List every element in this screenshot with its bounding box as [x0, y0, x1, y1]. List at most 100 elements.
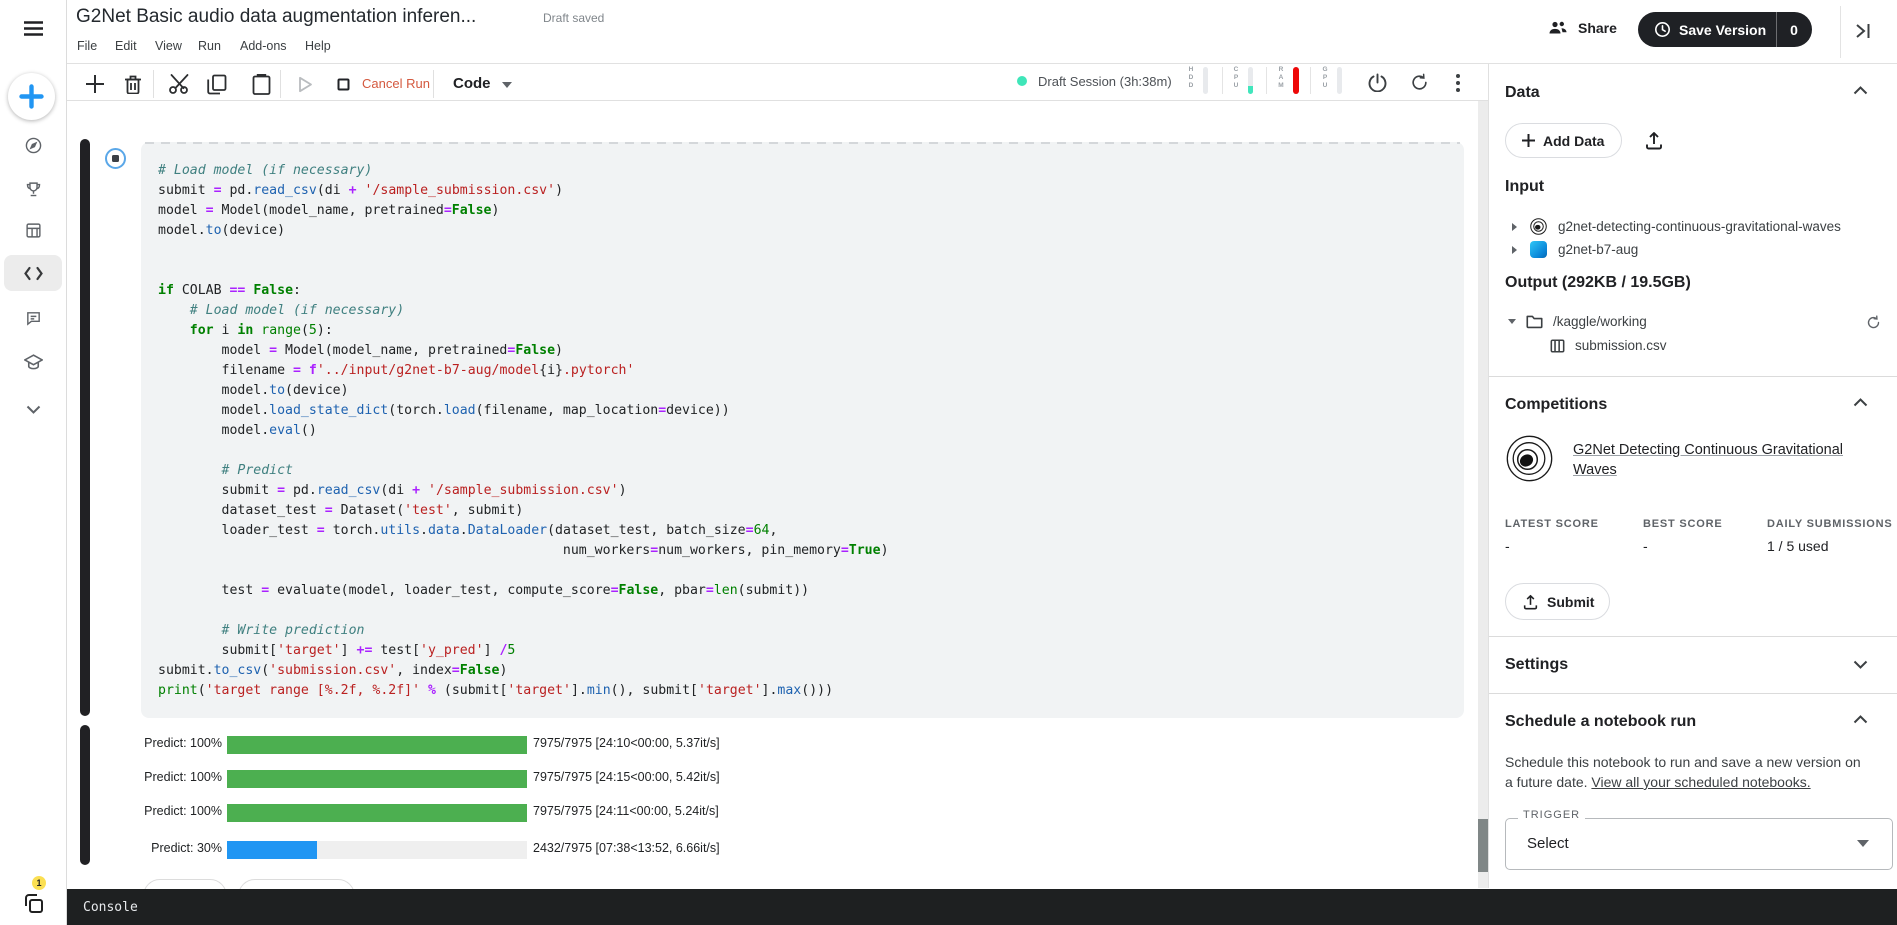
save-version-button[interactable]: Save Version 0	[1638, 12, 1812, 47]
output-file-row[interactable]: submission.csv	[1550, 338, 1667, 353]
settings-heading: Settings	[1505, 656, 1568, 674]
scrollbar-thumb[interactable]	[1478, 819, 1488, 872]
progress-bar	[227, 770, 527, 788]
progress-bar	[227, 841, 527, 859]
input-item-dataset[interactable]: g2net-b7-aug	[1512, 241, 1638, 258]
toolbar-divider	[153, 70, 154, 98]
trigger-label: TRIGGER	[1518, 809, 1585, 821]
hdd-meter	[1203, 67, 1208, 94]
section-divider	[1489, 636, 1897, 637]
more-options-icon[interactable]	[1456, 74, 1460, 92]
cell-type-dropdown[interactable]: Code	[453, 75, 491, 92]
cpu-meter	[1248, 67, 1253, 94]
cell-type-caret-icon[interactable]	[502, 82, 512, 88]
menu-help[interactable]: Help	[305, 39, 331, 53]
cell-running-indicator[interactable]	[105, 148, 126, 169]
sidebar-more-chevron-icon[interactable]	[0, 405, 66, 414]
competitions-collapse-icon[interactable]	[1853, 398, 1868, 407]
progress-bar	[227, 736, 527, 754]
best-score-value: -	[1643, 538, 1648, 554]
dataset-icon	[1530, 241, 1547, 258]
progress-stats: 7975/7975 [24:15<00:00, 5.42it/s]	[533, 770, 720, 784]
schedule-collapse-icon[interactable]	[1853, 715, 1868, 724]
notebook-title[interactable]: G2Net Basic audio data augmentation infe…	[76, 6, 476, 28]
header-divider	[1840, 6, 1841, 58]
progress-stats: 7975/7975 [24:11<00:00, 5.24it/s]	[533, 804, 719, 818]
power-icon[interactable]	[1368, 73, 1387, 92]
sidebar-item-competitions[interactable]	[0, 181, 66, 198]
menu-run[interactable]: Run	[198, 39, 221, 53]
output-focus-bar[interactable]	[80, 725, 90, 865]
notebook-scrollbar[interactable]	[1478, 101, 1488, 888]
expand-caret-icon[interactable]	[1512, 223, 1517, 231]
sidebar-item-code[interactable]	[0, 266, 66, 281]
data-collapse-icon[interactable]	[1853, 86, 1868, 95]
cut-cell-icon[interactable]	[168, 74, 191, 95]
collapse-panel-icon[interactable]	[1855, 22, 1871, 40]
add-cell-icon[interactable]	[85, 74, 105, 94]
sidebar-item-explore[interactable]	[0, 137, 66, 154]
gpu-meter	[1337, 67, 1342, 94]
copy-cell-icon[interactable]	[207, 74, 227, 95]
input-item-competition[interactable]: g2net-detecting-continuous-gravitational…	[1512, 218, 1841, 235]
submit-button[interactable]: Submit	[1505, 583, 1610, 620]
expand-caret-icon[interactable]	[1512, 246, 1517, 254]
save-version-divider	[1776, 12, 1777, 47]
cell-focus-bar[interactable]	[80, 139, 90, 716]
section-divider	[1489, 376, 1897, 377]
add-data-button[interactable]: Add Data	[1505, 123, 1622, 158]
code-lines[interactable]: # Load model (if necessary)submit = pd.r…	[158, 161, 889, 701]
paste-cell-icon[interactable]	[252, 74, 271, 95]
menu-view[interactable]: View	[155, 39, 182, 53]
stop-cell-icon[interactable]	[337, 78, 350, 91]
sidebar-item-datasets[interactable]	[0, 222, 66, 239]
input-heading: Input	[1505, 178, 1544, 196]
progress-bar	[227, 804, 527, 822]
competition-logo	[1506, 435, 1553, 482]
windows-stack-icon[interactable]	[0, 890, 66, 916]
toolbar-bottom-divider	[67, 100, 1488, 101]
progress-label: Predict: 100%	[100, 736, 222, 750]
meter-divider	[1310, 67, 1311, 94]
competition-link[interactable]: G2Net Detecting Continuous Gravitational…	[1573, 440, 1863, 480]
output-working-dir[interactable]: /kaggle/working	[1508, 314, 1647, 329]
toolbar-divider	[433, 70, 434, 98]
restart-session-icon[interactable]	[1410, 73, 1429, 92]
table-file-icon	[1550, 339, 1565, 353]
header-bottom-divider	[66, 63, 1897, 64]
trigger-value: Select	[1527, 835, 1569, 852]
refresh-output-icon[interactable]	[1866, 315, 1881, 330]
upload-data-icon[interactable]	[1645, 131, 1663, 150]
competitions-heading: Competitions	[1505, 396, 1607, 414]
scheduled-notebooks-link[interactable]: View all your scheduled notebooks.	[1591, 774, 1810, 790]
sidebar-item-learn[interactable]	[0, 353, 66, 370]
datasets-grid-icon	[25, 222, 42, 239]
menu-edit[interactable]: Edit	[115, 39, 137, 53]
progress-label: Predict: 30%	[100, 841, 222, 855]
hamburger-menu-icon[interactable]	[0, 20, 66, 37]
ram-meter-label: RAM	[1275, 66, 1287, 90]
settings-expand-icon[interactable]	[1853, 660, 1868, 669]
console-bar[interactable]: Console	[67, 889, 1897, 925]
graduation-cap-icon	[24, 353, 43, 370]
delete-cell-icon[interactable]	[124, 74, 142, 94]
folder-icon	[1526, 314, 1543, 329]
discussion-icon	[25, 310, 42, 327]
create-button[interactable]	[8, 73, 55, 120]
progress-label: Predict: 100%	[100, 804, 222, 818]
sidebar-item-discussions[interactable]	[0, 310, 66, 327]
share-button[interactable]: Share	[1548, 20, 1617, 36]
menu-file[interactable]: File	[77, 39, 97, 53]
menu-addons[interactable]: Add-ons	[240, 39, 287, 53]
run-cell-icon	[298, 76, 313, 93]
code-brackets-icon	[24, 266, 43, 281]
collapse-caret-icon[interactable]	[1508, 319, 1516, 324]
cancel-run-button[interactable]: Cancel Run	[362, 76, 430, 91]
share-icon	[1548, 20, 1568, 36]
compass-icon	[25, 137, 42, 154]
version-count[interactable]: 0	[1790, 22, 1798, 38]
ram-meter	[1293, 67, 1299, 94]
sidebar-divider	[66, 0, 67, 925]
session-status-dot	[1017, 76, 1027, 86]
session-label: Draft Session (3h:38m)	[1038, 74, 1172, 89]
